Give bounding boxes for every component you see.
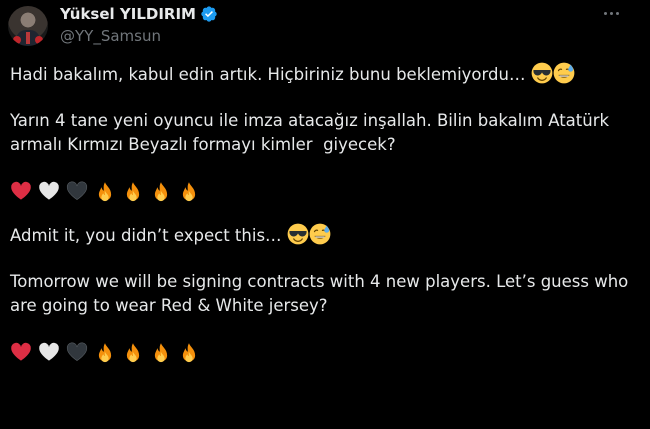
- red-heart-icon: [10, 181, 32, 203]
- white-heart-icon: [38, 181, 60, 203]
- sunglasses-face-icon: [531, 62, 553, 84]
- author-name-row[interactable]: Yüksel YILDIRIM: [60, 5, 218, 23]
- author-handle[interactable]: @YY_Samsun: [60, 27, 161, 45]
- tweet-card: Yüksel YILDIRIM @YY_Samsun Hadi bakalım,…: [0, 0, 650, 429]
- tweet-emoji-row-1: [10, 179, 630, 205]
- fire-icon: [94, 342, 116, 364]
- red-heart-icon: [10, 342, 32, 364]
- verified-badge-icon[interactable]: [200, 5, 218, 23]
- fire-icon: [122, 342, 144, 364]
- tweet-paragraph-1: Hadi bakalım, kabul edin artık. Hiçbirin…: [10, 62, 630, 87]
- white-heart-icon: [38, 342, 60, 364]
- fire-icon: [94, 181, 116, 203]
- tweet-p4-text: Admit it, you didn’t expect this…: [10, 226, 282, 245]
- tweet-p1-text: Hadi bakalım, kabul edin artık. Hiçbirin…: [10, 65, 526, 84]
- author-display-name[interactable]: Yüksel YILDIRIM: [60, 5, 196, 23]
- fire-icon: [178, 181, 200, 203]
- avatar-glove-right: [35, 36, 43, 44]
- fire-icon: [150, 342, 172, 364]
- tweet-paragraph-5: Tomorrow we will be signing contracts wi…: [10, 272, 634, 315]
- sweat-smile-face-icon: [309, 223, 331, 245]
- sweat-smile-face-icon: [553, 62, 575, 84]
- tweet-emoji-row-2: [10, 340, 630, 366]
- fire-icon: [150, 181, 172, 203]
- fire-icon: [178, 342, 200, 364]
- more-horizontal-icon[interactable]: [604, 12, 619, 15]
- tweet-paragraph-2: Yarın 4 tane yeni oyuncu ile imza atacağ…: [10, 111, 615, 154]
- tweet-text: Hadi bakalım, kabul edin artık. Hiçbirin…: [10, 62, 630, 366]
- avatar-tie: [26, 32, 30, 44]
- avatar[interactable]: [8, 6, 48, 46]
- tweet-paragraph-4: Admit it, you didn’t expect this…: [10, 223, 630, 248]
- sunglasses-face-icon: [287, 223, 309, 245]
- black-heart-icon: [66, 181, 88, 203]
- fire-icon: [122, 181, 144, 203]
- avatar-glove-left: [13, 36, 21, 44]
- black-heart-icon: [66, 342, 88, 364]
